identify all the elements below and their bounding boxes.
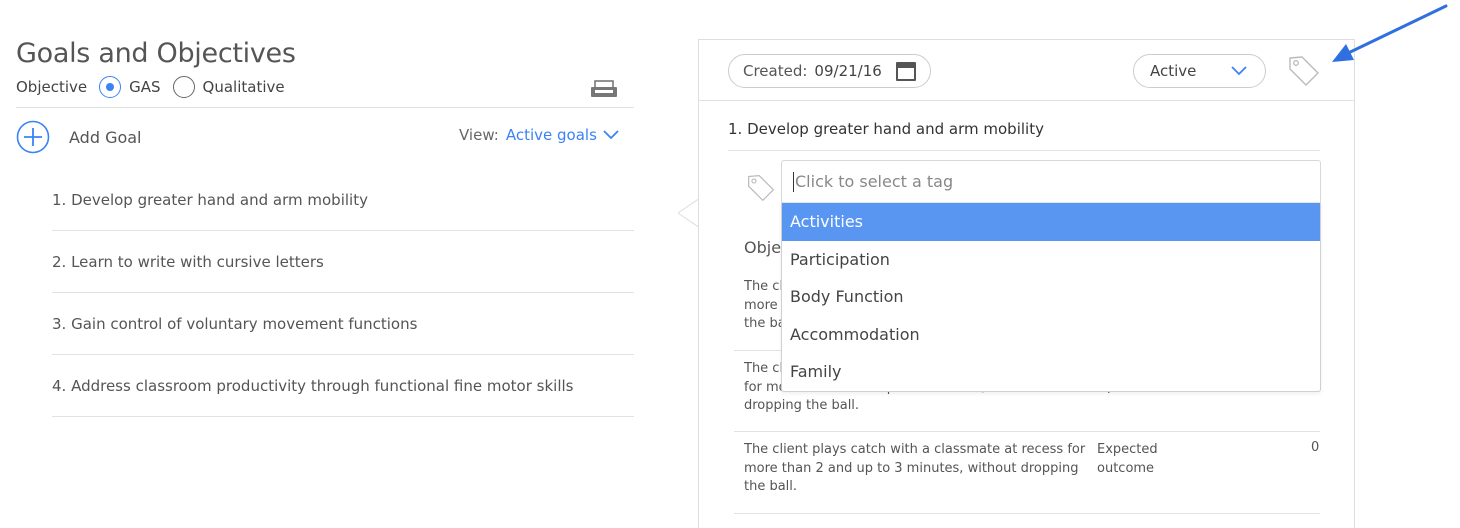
chevron-down-icon[interactable]	[603, 130, 619, 140]
divider	[734, 431, 1320, 432]
radio-qualitative[interactable]	[172, 76, 195, 98]
tag-option-participation[interactable]: Participation	[782, 241, 1320, 279]
view-label: View:	[459, 126, 499, 144]
goal-list-item[interactable]: 4. Address classroom productivity throug…	[52, 355, 634, 417]
divider	[734, 513, 1320, 514]
fragment-line: the ba	[744, 316, 786, 331]
add-goal-button[interactable]: Add Goal	[16, 120, 142, 154]
calendar-icon[interactable]	[895, 61, 916, 81]
tag-option-activities[interactable]: Activities	[782, 203, 1320, 241]
scoring-options: Objective GAS Qualitative	[16, 76, 297, 98]
annotation-arrow-icon	[1332, 4, 1448, 62]
tag-option-accommodation[interactable]: Accommodation	[782, 316, 1320, 354]
fragment-line: The cl	[744, 279, 784, 294]
objective-description: The client plays catch with a classmate …	[744, 442, 1086, 494]
panel-pointer	[678, 198, 700, 228]
goal-detail-panel: Created: 09/21/16 Active 1. Develop grea…	[698, 39, 1355, 528]
radio-gas-label[interactable]: GAS	[129, 78, 160, 96]
view-filter-dropdown[interactable]: Active goals	[506, 126, 597, 144]
status-value: Active	[1150, 62, 1197, 80]
objective-outcome: Expected outcome	[1097, 442, 1158, 476]
divider	[16, 107, 634, 108]
created-date-field[interactable]: Created: 09/21/16	[728, 54, 931, 88]
add-goal-label: Add Goal	[69, 127, 142, 147]
divider	[728, 150, 1320, 151]
tag-placeholder: Click to select a tag	[795, 172, 954, 191]
objective-value: 0	[1311, 440, 1320, 455]
tag-select-input[interactable]: Click to select a tag	[781, 160, 1321, 202]
fragment-line: more	[744, 297, 778, 313]
scoring-label: Objective	[16, 78, 88, 96]
tag-option-body-function[interactable]: Body Function	[782, 278, 1320, 316]
add-circle-icon	[16, 120, 50, 154]
goal-list-item[interactable]: 3. Gain control of voluntary movement fu…	[52, 293, 634, 355]
page-title: Goals and Objectives	[16, 38, 296, 69]
radio-qualitative-label[interactable]: Qualitative	[203, 78, 285, 96]
text-caret	[793, 171, 794, 192]
tag-dropdown: Activities Participation Body Function A…	[781, 202, 1321, 392]
goal-list-item[interactable]: 2. Learn to write with cursive letters	[52, 231, 634, 293]
objectives-label: Obje	[744, 238, 782, 257]
radio-gas[interactable]	[99, 76, 122, 98]
chevron-down-icon	[1231, 66, 1247, 76]
created-date: 09/21/16	[814, 62, 882, 80]
tag-option-family[interactable]: Family	[782, 353, 1320, 391]
view-filter: View: Active goals	[459, 126, 619, 144]
goal-title: 1. Develop greater hand and arm mobility	[728, 120, 1044, 138]
status-select[interactable]: Active	[1133, 54, 1266, 88]
tag-icon	[748, 175, 774, 201]
printer-icon[interactable]	[590, 78, 618, 102]
goal-list-item[interactable]: 1. Develop greater hand and arm mobility	[52, 169, 634, 231]
created-label: Created:	[743, 62, 808, 80]
fragment-line: dropping the ball.	[744, 398, 860, 413]
objective-row-1-fragment: The cl more the ba	[744, 278, 786, 334]
